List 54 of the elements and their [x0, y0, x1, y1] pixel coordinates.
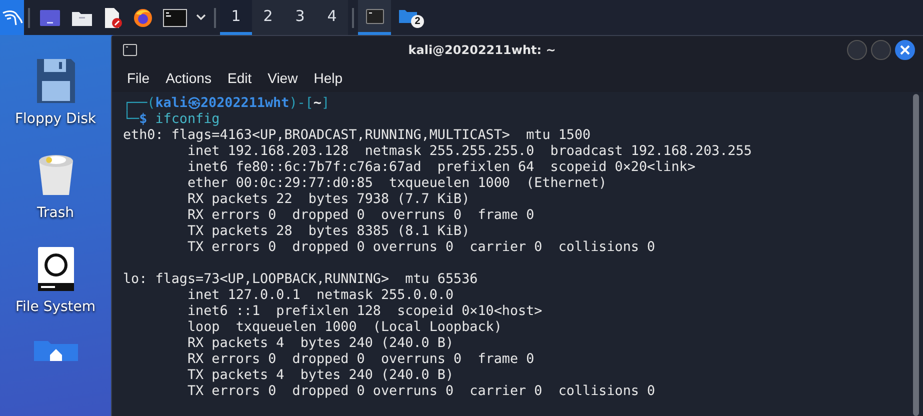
app-menu-button[interactable]	[0, 0, 24, 35]
window-title: kali@20202211wht: ~	[407, 43, 557, 57]
prompt-frame: ┌──(	[123, 96, 156, 111]
output-line: ether 00:0c:29:77:d0:85 txqueuelen 1000 (Ethernet)	[186, 176, 607, 191]
folder-task-button[interactable]: 2	[391, 0, 424, 35]
desktop-icon	[39, 8, 61, 26]
output-line: RX packets 4 bytes 240 (240.0 B)	[186, 336, 454, 351]
browser-icon	[133, 8, 153, 28]
scrollbar[interactable]	[913, 94, 919, 416]
workspace-button[interactable]: 2	[252, 0, 284, 35]
output-line: TX packets 4 bytes 240 (240.0 B)	[186, 368, 454, 383]
terminal-icon	[366, 8, 384, 24]
output-line: TX packets 28 bytes 8385 (8.1 KiB)	[186, 224, 470, 239]
output-line: inet6 ::1 prefixlen 128 scopeid 0×10<host>	[186, 304, 542, 319]
output-line: eth0: flags=4163<UP,BROADCAST,RUNNING,MULTICAST> mtu 1500	[123, 128, 591, 143]
output-line: loop txqueuelen 1000 (Local Loopback)	[186, 320, 502, 335]
desktop-icon-label[interactable]: File System	[15, 299, 96, 315]
workspace-button[interactable]: 1	[220, 0, 252, 35]
workspace-button[interactable]: 4	[316, 0, 348, 35]
hard-drive-icon[interactable]	[38, 247, 74, 291]
output-line: inet 192.168.203.128 netmask 255.255.255.0 broadcast 192.168.203.255	[186, 144, 752, 159]
output-line: inet6 fe80::6c:7b7f:c76a:67ad prefixlen 64 scopeid 0×20<link>	[186, 160, 696, 175]
menu-item[interactable]: Help	[314, 70, 342, 86]
command-text: ifconfig	[155, 112, 220, 127]
output-line: TX errors 0 dropped 0 overruns 0 carrier 0 collisions 0	[186, 384, 656, 399]
menu-item[interactable]: Actions	[166, 70, 212, 86]
prompt-directory: ~	[313, 96, 322, 111]
menu-item[interactable]: File	[127, 70, 150, 86]
prompt-frame: )-[	[289, 96, 314, 111]
prompt-user-host: kali㉿20202211wht	[155, 96, 290, 111]
workspace-button[interactable]: 3	[284, 0, 316, 35]
terminal-icon	[163, 8, 187, 26]
close-icon	[900, 45, 910, 55]
document-icon	[103, 6, 123, 28]
prompt-symbol: $	[139, 112, 148, 127]
desktop-icon-label[interactable]: Trash	[37, 205, 74, 221]
menu-item[interactable]: Edit	[227, 70, 252, 86]
output-line: inet 127.0.0.1 netmask 255.0.0.0	[186, 288, 454, 303]
output-line: lo: flags=73<UP,LOOPBACK,RUNNING> mtu 65536	[123, 272, 478, 287]
window-count-badge: 2	[411, 15, 424, 28]
close-button[interactable]	[895, 40, 915, 60]
home-folder-icon[interactable]	[34, 341, 78, 361]
output-line: RX errors 0 dropped 0 overruns 0 frame 0	[186, 352, 534, 367]
caret-icon	[196, 14, 206, 21]
output-line: TX errors 0 dropped 0 overruns 0 carrier 0 collisions 0	[186, 240, 656, 255]
menu-item[interactable]: View	[268, 70, 298, 86]
prompt-frame: └─	[123, 112, 140, 127]
output-line: RX packets 22 bytes 7938 (7.7 KiB)	[186, 192, 470, 207]
desktop-icon-label[interactable]: Floppy Disk	[14, 111, 96, 127]
trash-icon[interactable]	[38, 153, 74, 197]
output-line: RX errors 0 dropped 0 overruns 0 frame 0	[186, 208, 534, 223]
prompt-frame: ]	[321, 96, 330, 111]
terminal-icon	[123, 44, 137, 56]
terminal-task-button[interactable]	[358, 0, 391, 35]
